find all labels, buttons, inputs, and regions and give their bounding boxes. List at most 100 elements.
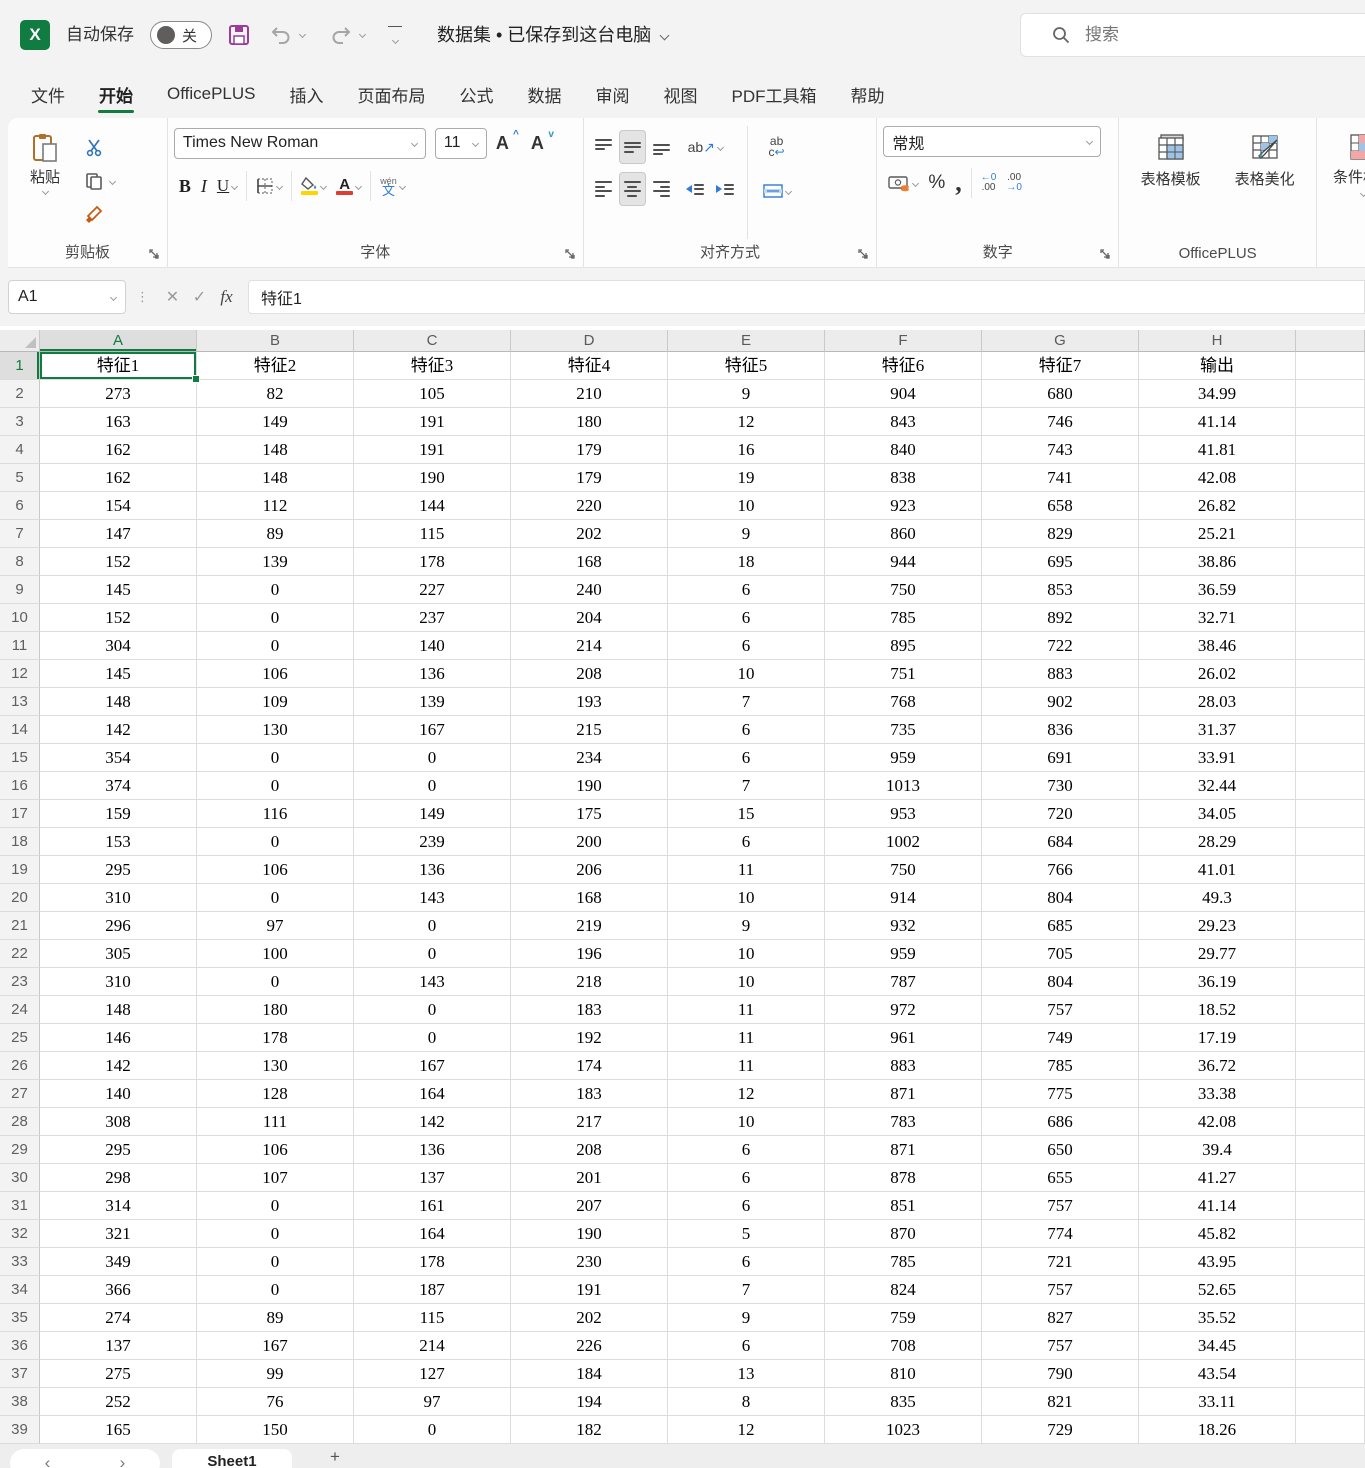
cell-A6[interactable]: 154	[40, 492, 197, 520]
cell-F23[interactable]: 787	[825, 968, 982, 996]
row-header-13[interactable]: 13	[0, 688, 40, 716]
cell-E18[interactable]: 6	[668, 828, 825, 856]
cell-H25[interactable]: 17.19	[1139, 1024, 1296, 1052]
cell-G37[interactable]: 790	[982, 1360, 1139, 1388]
cell-A19[interactable]: 295	[40, 856, 197, 884]
cell-D22[interactable]: 196	[511, 940, 668, 968]
cell-D16[interactable]: 190	[511, 772, 668, 800]
table-beautify-button[interactable]: 表格美化	[1221, 126, 1309, 239]
cell-B10[interactable]: 0	[197, 604, 354, 632]
cell-E39[interactable]: 12	[668, 1416, 825, 1444]
cell-G23[interactable]: 804	[982, 968, 1139, 996]
cell-B30[interactable]: 107	[197, 1164, 354, 1192]
cell-E35[interactable]: 9	[668, 1304, 825, 1332]
align-bottom-button[interactable]	[648, 130, 675, 164]
cell-B35[interactable]: 89	[197, 1304, 354, 1332]
cell-I23[interactable]	[1296, 968, 1365, 996]
cell-G15[interactable]: 691	[982, 744, 1139, 772]
cell-A29[interactable]: 295	[40, 1136, 197, 1164]
row-header-5[interactable]: 5	[0, 464, 40, 492]
cell-B18[interactable]: 0	[197, 828, 354, 856]
cell-I31[interactable]	[1296, 1192, 1365, 1220]
column-header-A[interactable]: A	[40, 330, 197, 352]
cell-A38[interactable]: 252	[40, 1388, 197, 1416]
cell-G33[interactable]: 721	[982, 1248, 1139, 1276]
autosave-toggle[interactable]: 关	[150, 21, 212, 49]
cell-B31[interactable]: 0	[197, 1192, 354, 1220]
cell-F2[interactable]: 904	[825, 380, 982, 408]
cell-I28[interactable]	[1296, 1108, 1365, 1136]
cell-A3[interactable]: 163	[40, 408, 197, 436]
cell-C28[interactable]: 142	[354, 1108, 511, 1136]
tab-公式[interactable]: 公式	[443, 70, 511, 118]
row-header-22[interactable]: 22	[0, 940, 40, 968]
cell-I25[interactable]	[1296, 1024, 1365, 1052]
cell-F21[interactable]: 932	[825, 912, 982, 940]
cell-C7[interactable]: 115	[354, 520, 511, 548]
cell-G28[interactable]: 686	[982, 1108, 1139, 1136]
cell-B22[interactable]: 100	[197, 940, 354, 968]
cell-F8[interactable]: 944	[825, 548, 982, 576]
cell-D1[interactable]: 特征4	[511, 352, 668, 380]
cell-D34[interactable]: 191	[511, 1276, 668, 1304]
formula-input[interactable]: 特征1	[248, 280, 1365, 314]
name-box[interactable]: A1	[8, 280, 126, 314]
cell-G29[interactable]: 650	[982, 1136, 1139, 1164]
cell-B13[interactable]: 109	[197, 688, 354, 716]
cell-E12[interactable]: 10	[668, 660, 825, 688]
cell-B23[interactable]: 0	[197, 968, 354, 996]
cell-E4[interactable]: 16	[668, 436, 825, 464]
cell-I34[interactable]	[1296, 1276, 1365, 1304]
tab-帮助[interactable]: 帮助	[834, 70, 902, 118]
redo-dropdown-icon[interactable]	[358, 30, 367, 39]
cell-C12[interactable]: 136	[354, 660, 511, 688]
cell-A2[interactable]: 273	[40, 380, 197, 408]
cell-E13[interactable]: 7	[668, 688, 825, 716]
cell-D35[interactable]: 202	[511, 1304, 668, 1332]
font-color-button[interactable]: A	[331, 169, 366, 203]
row-header-35[interactable]: 35	[0, 1304, 40, 1332]
cell-G12[interactable]: 883	[982, 660, 1139, 688]
cell-D9[interactable]: 240	[511, 576, 668, 604]
undo-dropdown-icon[interactable]	[298, 30, 307, 39]
cell-B16[interactable]: 0	[197, 772, 354, 800]
cell-C34[interactable]: 187	[354, 1276, 511, 1304]
row-header-28[interactable]: 28	[0, 1108, 40, 1136]
cell-E15[interactable]: 6	[668, 744, 825, 772]
cell-C26[interactable]: 167	[354, 1052, 511, 1080]
cell-F19[interactable]: 750	[825, 856, 982, 884]
cell-F39[interactable]: 1023	[825, 1416, 982, 1444]
cell-F6[interactable]: 923	[825, 492, 982, 520]
cell-I29[interactable]	[1296, 1136, 1365, 1164]
cell-C21[interactable]: 0	[354, 912, 511, 940]
cell-B1[interactable]: 特征2	[197, 352, 354, 380]
column-header-H[interactable]: H	[1139, 330, 1296, 352]
font-dialog-launcher[interactable]	[563, 247, 577, 261]
cell-I9[interactable]	[1296, 576, 1365, 604]
cell-I16[interactable]	[1296, 772, 1365, 800]
cell-E27[interactable]: 12	[668, 1080, 825, 1108]
cell-B11[interactable]: 0	[197, 632, 354, 660]
cell-A13[interactable]: 148	[40, 688, 197, 716]
cell-D17[interactable]: 175	[511, 800, 668, 828]
cell-F14[interactable]: 735	[825, 716, 982, 744]
redo-button[interactable]	[328, 22, 354, 48]
tab-PDF工具箱[interactable]: PDF工具箱	[715, 70, 834, 118]
cell-I4[interactable]	[1296, 436, 1365, 464]
cell-H5[interactable]: 42.08	[1139, 464, 1296, 492]
cell-H23[interactable]: 36.19	[1139, 968, 1296, 996]
cell-D4[interactable]: 179	[511, 436, 668, 464]
cell-I15[interactable]	[1296, 744, 1365, 772]
cell-G5[interactable]: 741	[982, 464, 1139, 492]
row-header-30[interactable]: 30	[0, 1164, 40, 1192]
cell-G35[interactable]: 827	[982, 1304, 1139, 1332]
align-left-button[interactable]	[590, 172, 617, 206]
undo-button[interactable]	[268, 22, 294, 48]
cell-G11[interactable]: 722	[982, 632, 1139, 660]
cell-A24[interactable]: 148	[40, 996, 197, 1024]
cancel-button[interactable]: ✕	[159, 287, 186, 307]
underline-button[interactable]: U	[212, 169, 242, 203]
cell-I12[interactable]	[1296, 660, 1365, 688]
row-header-14[interactable]: 14	[0, 716, 40, 744]
copy-dropdown-icon[interactable]	[108, 177, 117, 185]
